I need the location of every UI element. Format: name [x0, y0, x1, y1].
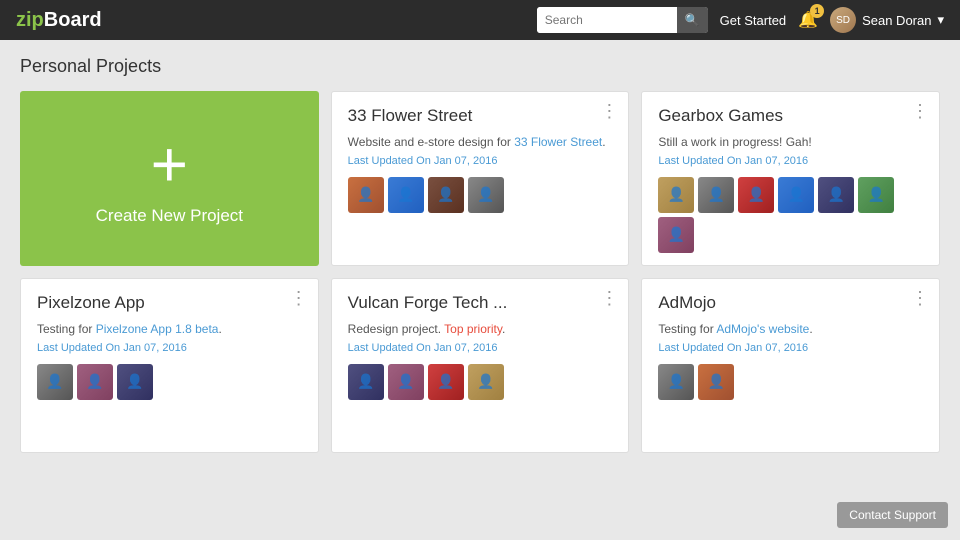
avatar-thumb: 👤 — [658, 364, 694, 400]
avatar-thumb: 👤 — [698, 177, 734, 213]
contact-support-button[interactable]: Contact Support — [837, 502, 948, 528]
card-updated: Last Updated On Jan 07, 2016 — [658, 155, 923, 167]
card-menu-icon[interactable]: ⋮ — [911, 289, 929, 307]
card-description: Website and e-store design for 33 Flower… — [348, 134, 613, 151]
card-avatars: 👤 👤 👤 👤 — [348, 177, 613, 213]
project-card-33-flower-street: ⋮ 33 Flower Street Website and e-store d… — [331, 91, 630, 266]
card-menu-icon[interactable]: ⋮ — [600, 102, 618, 120]
card-avatars: 👤 👤 👤 👤 👤 👤 👤 — [658, 177, 923, 253]
avatar-image: SD — [830, 7, 856, 33]
user-name-label: Sean Doran — [862, 13, 931, 28]
notification-badge: 1 — [810, 4, 824, 18]
avatar-thumb: 👤 — [37, 364, 73, 400]
user-menu[interactable]: SD Sean Doran ▾ — [830, 7, 944, 33]
avatar-thumb: 👤 — [468, 177, 504, 213]
avatar-thumb: 👤 — [428, 364, 464, 400]
card-avatars: 👤 👤 👤 👤 — [348, 364, 613, 400]
card-title[interactable]: 33 Flower Street — [348, 106, 597, 126]
search-input[interactable] — [537, 7, 677, 33]
avatar-thumb: 👤 — [348, 177, 384, 213]
priority-text: Top priority — [444, 322, 502, 336]
avatar-thumb: 👤 — [468, 364, 504, 400]
project-card-vulcan-forge-tech: ⋮ Vulcan Forge Tech ... Redesign project… — [331, 278, 630, 453]
header-right: 🔍 Get Started 🔔 1 SD Sean Doran ▾ — [537, 7, 944, 33]
avatar-thumb: 👤 — [388, 364, 424, 400]
card-avatars: 👤 👤 — [658, 364, 923, 400]
project-card-gearbox-games: ⋮ Gearbox Games Still a work in progress… — [641, 91, 940, 266]
main-content: Personal Projects + Create New Project ⋮… — [0, 40, 960, 469]
card-title[interactable]: Pixelzone App — [37, 293, 286, 313]
avatar-thumb: 👤 — [858, 177, 894, 213]
search-box: 🔍 — [537, 7, 708, 33]
card-description: Redesign project. Top priority. — [348, 321, 613, 338]
card-description: Testing for AdMojo's website. — [658, 321, 923, 338]
avatar-thumb: 👤 — [428, 177, 464, 213]
avatar-thumb: 👤 — [818, 177, 854, 213]
project-card-pixelzone-app: ⋮ Pixelzone App Testing for Pixelzone Ap… — [20, 278, 319, 453]
card-link[interactable]: 33 Flower Street — [514, 135, 602, 149]
chevron-down-icon: ▾ — [937, 12, 944, 28]
card-avatars: 👤 👤 👤 — [37, 364, 302, 400]
card-title[interactable]: AdMojo — [658, 293, 907, 313]
create-project-label: Create New Project — [96, 206, 243, 226]
get-started-button[interactable]: Get Started — [720, 13, 786, 28]
card-description: Testing for Pixelzone App 1.8 beta. — [37, 321, 302, 338]
logo[interactable]: zipBoard — [16, 9, 102, 32]
create-project-card[interactable]: + Create New Project — [20, 91, 319, 266]
avatar-thumb: 👤 — [388, 177, 424, 213]
avatar-thumb: 👤 — [348, 364, 384, 400]
card-updated: Last Updated On Jan 07, 2016 — [658, 342, 923, 354]
avatar-thumb: 👤 — [658, 217, 694, 253]
card-link[interactable]: AdMojo's website — [716, 322, 809, 336]
card-menu-icon[interactable]: ⋮ — [290, 289, 308, 307]
avatar-thumb: 👤 — [698, 364, 734, 400]
avatar-thumb: 👤 — [117, 364, 153, 400]
notification-bell[interactable]: 🔔 1 — [798, 10, 818, 30]
avatar: SD — [830, 7, 856, 33]
avatar-thumb: 👤 — [658, 177, 694, 213]
logo-zip: zip — [16, 9, 44, 31]
avatar-thumb: 👤 — [778, 177, 814, 213]
card-menu-icon[interactable]: ⋮ — [911, 102, 929, 120]
card-title[interactable]: Vulcan Forge Tech ... — [348, 293, 597, 313]
avatar-thumb: 👤 — [77, 364, 113, 400]
card-updated: Last Updated On Jan 07, 2016 — [37, 342, 302, 354]
card-title[interactable]: Gearbox Games — [658, 106, 907, 126]
card-menu-icon[interactable]: ⋮ — [600, 289, 618, 307]
plus-icon: + — [151, 132, 188, 196]
card-link[interactable]: Pixelzone App 1.8 beta — [96, 322, 219, 336]
card-updated: Last Updated On Jan 07, 2016 — [348, 155, 613, 167]
projects-grid: + Create New Project ⋮ 33 Flower Street … — [20, 91, 940, 453]
avatar-thumb: 👤 — [738, 177, 774, 213]
search-button[interactable]: 🔍 — [677, 7, 708, 33]
card-updated: Last Updated On Jan 07, 2016 — [348, 342, 613, 354]
main-header: zipBoard 🔍 Get Started 🔔 1 SD Sean Doran… — [0, 0, 960, 40]
project-card-admojo: ⋮ AdMojo Testing for AdMojo's website. L… — [641, 278, 940, 453]
page-title: Personal Projects — [20, 56, 940, 77]
logo-board: Board — [44, 9, 102, 31]
card-description: Still a work in progress! Gah! — [658, 134, 923, 151]
